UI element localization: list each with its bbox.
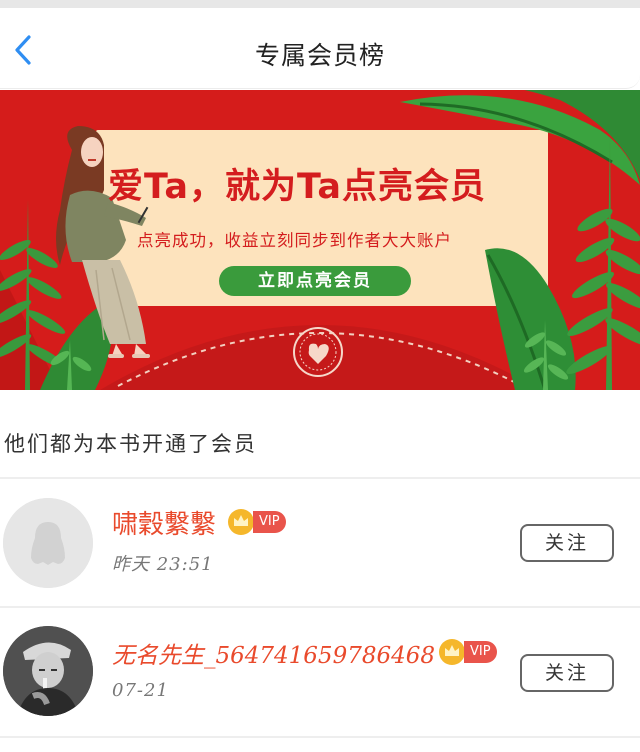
vip-label: VIP	[253, 511, 286, 533]
promo-banner[interactable]: 爱Ta，就为Ta点亮会员 点亮成功，收益立刻同步到作者大大账户 立即点亮会员	[0, 90, 640, 390]
top-strip	[0, 0, 640, 8]
member-name[interactable]: 无名先生_564741659786468	[112, 636, 435, 670]
member-time: 昨天 23:51	[112, 554, 214, 575]
default-penguin-icon	[3, 498, 93, 588]
banner-headline: 爱Ta，就为Ta点亮会员	[108, 167, 486, 207]
vip-badge: VIP	[438, 639, 500, 665]
user-photo-avatar	[3, 626, 93, 716]
nav-bar: 专属会员榜	[0, 8, 640, 89]
avatar[interactable]	[3, 498, 93, 588]
divider	[0, 477, 640, 479]
light-up-membership-button[interactable]: 立即点亮会员	[219, 266, 411, 296]
member-row: 无名先生_564741659786468 VIP 07-21 关注	[0, 608, 640, 736]
divider	[0, 736, 640, 738]
member-time: 07-21	[112, 680, 169, 701]
vip-label: VIP	[464, 641, 497, 663]
avatar[interactable]	[3, 626, 93, 716]
page-title: 专属会员榜	[254, 41, 385, 70]
follow-button[interactable]: 关注	[520, 654, 614, 692]
member-name[interactable]: 啸穀繫繫	[112, 504, 216, 541]
vip-badge: VIP	[227, 509, 289, 535]
member-row: 啸穀繫繫 VIP 昨天 23:51 关注	[0, 480, 640, 608]
follow-button[interactable]: 关注	[520, 524, 614, 562]
banner-subline: 点亮成功，收益立刻同步到作者大大账户	[137, 231, 452, 250]
section-title: 他们都为本书开通了会员	[4, 432, 257, 456]
